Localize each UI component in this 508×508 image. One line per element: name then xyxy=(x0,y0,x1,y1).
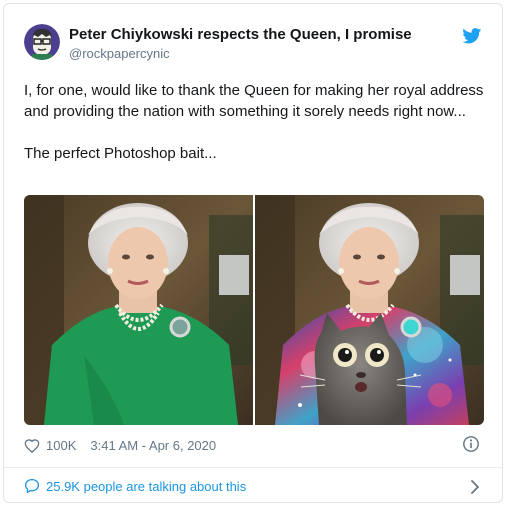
tweet-paragraph-1: I, for one, would like to thank the Quee… xyxy=(24,82,484,120)
conversation-text[interactable]: 25.9K people are talking about this xyxy=(46,479,246,494)
author-name[interactable]: Peter Chiykowski respects the Queen, I p… xyxy=(69,26,412,43)
divider xyxy=(4,467,502,468)
tweet-text: I, for one, would like to thank the Quee… xyxy=(24,80,486,164)
author-handle[interactable]: @rockpapercynic xyxy=(69,46,170,61)
conversation-link[interactable]: 25.9K people are talking about this xyxy=(24,478,246,494)
queen-photo-original[interactable] xyxy=(24,195,253,425)
tweet-meta: 100K 3:41 AM - Apr 6, 2020 xyxy=(24,438,216,453)
tweet-card[interactable]: Peter Chiykowski respects the Queen, I p… xyxy=(3,3,503,503)
queen-photo-edited[interactable] xyxy=(255,195,484,425)
tweet-paragraph-2: The perfect Photoshop bait... xyxy=(24,145,217,162)
timestamp[interactable]: 3:41 AM - Apr 6, 2020 xyxy=(90,438,216,453)
comment-bubble-icon xyxy=(24,478,40,494)
heart-icon[interactable] xyxy=(24,438,40,453)
chevron-right-icon[interactable] xyxy=(470,480,480,494)
avatar[interactable] xyxy=(24,24,60,60)
twitter-bird-icon[interactable] xyxy=(462,28,482,44)
like-count[interactable]: 100K xyxy=(46,438,76,453)
info-icon[interactable] xyxy=(462,435,480,453)
tweet-media[interactable] xyxy=(24,195,484,425)
